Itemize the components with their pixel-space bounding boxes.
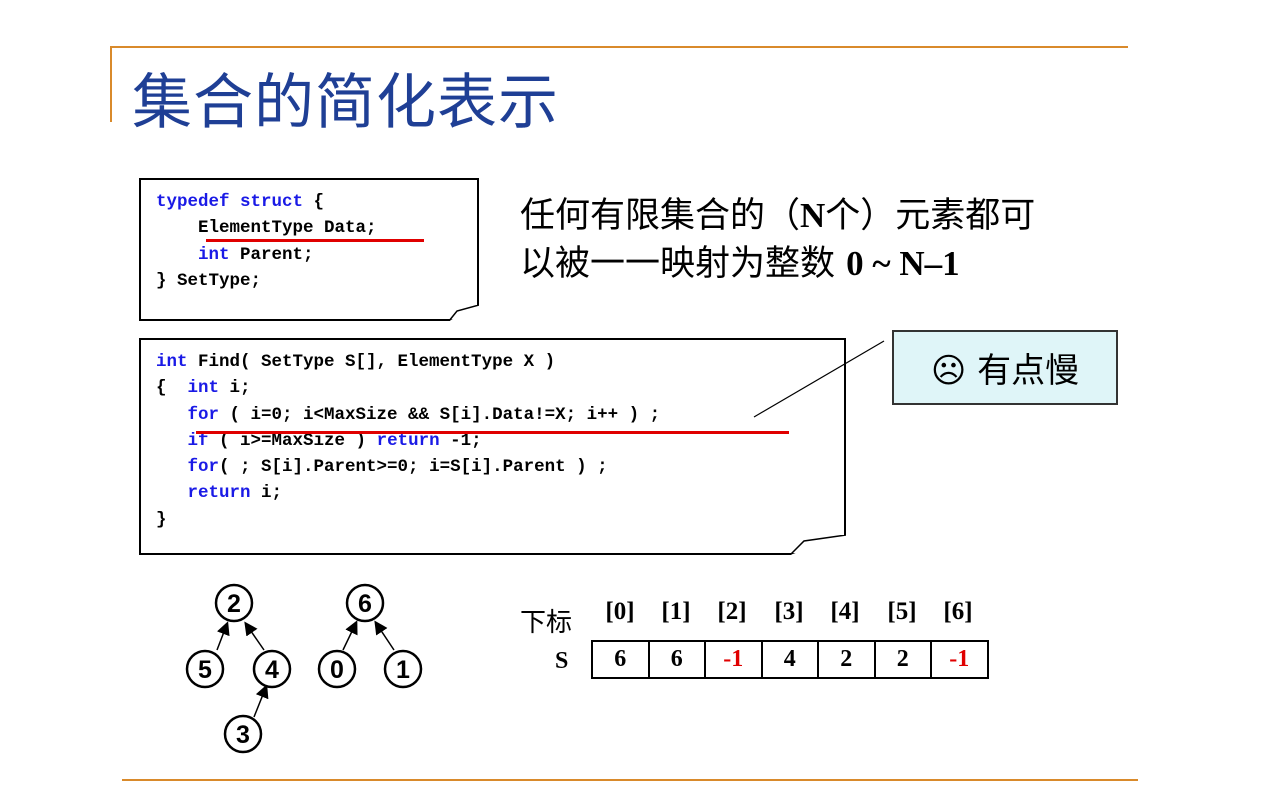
- slide-title: 集合的简化表示: [132, 68, 559, 138]
- parent-array: 6 6 -1 4 2 2 -1: [591, 640, 989, 679]
- svg-text:0: 0: [330, 656, 344, 684]
- array-cell-root: -1: [704, 640, 763, 679]
- array-index: [1]: [661, 598, 691, 625]
- tree-edge: [216, 621, 230, 651]
- code-keyword: for: [187, 404, 220, 425]
- code-text: i;: [219, 378, 251, 399]
- code-text: }: [156, 509, 167, 530]
- slow-callout: ☹ 有点慢: [892, 330, 1118, 405]
- array-cell: 2: [817, 640, 876, 679]
- tree-node-1: 1: [383, 649, 423, 689]
- array-cell-root: -1: [930, 640, 989, 679]
- svg-text:1: 1: [396, 656, 410, 684]
- code-keyword: return: [187, 483, 251, 504]
- tree-edge: [342, 620, 358, 651]
- tree-node-2: 2: [214, 583, 254, 623]
- tree-node-3: 3: [223, 714, 263, 754]
- description-text: 任何有限集合的（: [520, 196, 801, 236]
- description-n: N: [800, 196, 826, 235]
- array-cell: 2: [873, 640, 932, 679]
- array-index: [6]: [943, 598, 973, 625]
- array-index: [4]: [830, 598, 860, 625]
- find-code: int Find( SetType S[], ElementType X ) {…: [156, 349, 660, 533]
- struct-underline: [206, 239, 424, 242]
- tree-node-6: 6: [345, 583, 385, 623]
- code-text: ( ; S[i].Parent>=0; i=S[i].Parent ) ;: [219, 457, 608, 478]
- code-text: {: [156, 378, 188, 399]
- array-row: 6 6 -1 4 2 2 -1: [591, 640, 989, 679]
- callout-pointer-line: [753, 340, 885, 418]
- description: 任何有限集合的（N个）元素都可以被一一映射为整数 0 ~ N–1: [520, 192, 1035, 288]
- array-index: [3]: [774, 598, 804, 625]
- description-text: 以被一一映射为整数: [520, 244, 847, 284]
- page-curl-icon: [449, 305, 479, 321]
- array-name-label: S: [555, 648, 569, 674]
- tree-node-0: 0: [317, 649, 357, 689]
- tree-node-5: 5: [185, 649, 225, 689]
- bottom-rule: [122, 779, 1138, 781]
- disjoint-set-trees: 2 5 4 3 6 0 1: [185, 583, 423, 754]
- index-label: 下标: [520, 608, 573, 638]
- slow-callout-text: ☹ 有点慢: [930, 351, 1080, 391]
- left-rule: [110, 46, 112, 122]
- svg-text:3: 3: [236, 721, 250, 749]
- code-keyword: int: [187, 378, 220, 399]
- code-text: {: [303, 192, 325, 212]
- top-rule: [110, 46, 1128, 48]
- code-keyword: int: [198, 244, 230, 265]
- array-cell: 6: [647, 640, 706, 679]
- array-index: [5]: [887, 598, 917, 625]
- code-text: ElementType Data;: [198, 218, 377, 239]
- array-index: [0]: [605, 598, 635, 625]
- for-loop-underline: [196, 431, 789, 434]
- code-text: } SetType;: [156, 270, 262, 291]
- page-curl-icon: [790, 535, 846, 555]
- svg-text:5: 5: [198, 656, 212, 684]
- code-text: Find( SetType S[], ElementType X ): [187, 352, 556, 372]
- svg-text:2: 2: [227, 590, 241, 618]
- array-cell: 6: [591, 640, 650, 679]
- code-text: ( i=0; i<MaxSize && S[i].Data!=X; i++ ) …: [219, 404, 661, 425]
- svg-text:6: 6: [358, 590, 372, 618]
- svg-text:4: 4: [265, 656, 279, 684]
- code-text: i;: [250, 483, 283, 504]
- tree-edge: [374, 620, 395, 651]
- tree-edge: [253, 684, 269, 718]
- description-range: 0 ~ N–1: [846, 244, 960, 283]
- code-text: Parent;: [229, 244, 314, 265]
- array-index: [2]: [717, 598, 747, 625]
- code-keyword: int: [156, 352, 188, 372]
- code-keyword: typedef struct: [156, 192, 304, 212]
- array-cell: 4: [760, 640, 819, 679]
- description-text: 个）元素都可: [825, 196, 1036, 236]
- tree-node-4: 4: [252, 649, 292, 689]
- code-keyword: for: [187, 457, 220, 478]
- tree-edge: [244, 621, 265, 651]
